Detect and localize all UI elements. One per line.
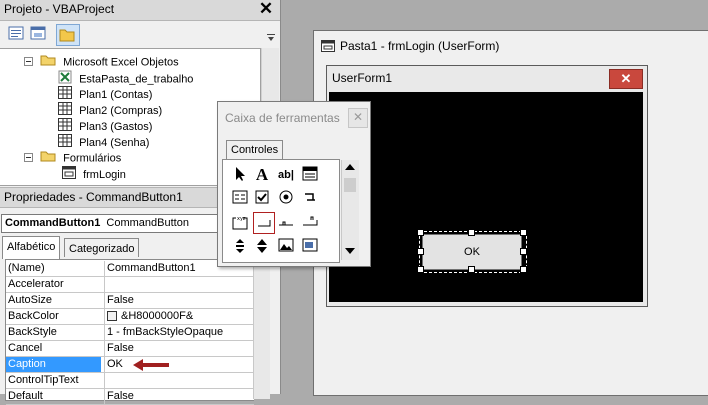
grid-scrollbar[interactable]	[253, 259, 270, 399]
tree-item-plan3[interactable]: Plan3 (Gastos)	[58, 118, 152, 134]
listbox-tool-icon[interactable]	[231, 190, 249, 208]
tree-item-label: EstaPasta_de_trabalho	[79, 73, 194, 86]
command-button-tool-icon[interactable]	[253, 212, 275, 234]
property-row[interactable]: Cancel False	[6, 341, 254, 357]
property-row[interactable]: Default False	[6, 389, 254, 405]
form-icon	[62, 166, 76, 184]
resize-handle[interactable]	[417, 229, 424, 236]
ok-button[interactable]: OK	[422, 234, 522, 270]
toggle-folders-icon[interactable]	[56, 24, 80, 46]
tree-item-label: Microsoft Excel Objetos	[63, 56, 179, 69]
scroll-down-icon[interactable]	[344, 246, 356, 259]
option-button-tool-icon[interactable]	[277, 190, 295, 208]
tree-item-plan1[interactable]: Plan1 (Contas)	[58, 86, 152, 102]
image-tool-icon[interactable]	[277, 238, 295, 256]
tab-controls[interactable]: Controles	[226, 140, 284, 159]
resize-handle[interactable]	[468, 229, 475, 236]
refedit-tool-icon[interactable]	[301, 238, 319, 256]
pointer-tool-icon[interactable]	[231, 166, 249, 184]
object-type: CommandButton	[106, 217, 189, 229]
resize-handle[interactable]	[468, 266, 475, 273]
tree-item-label: Plan2 (Compras)	[79, 104, 163, 117]
toolbox-scrollbar[interactable]	[341, 160, 359, 260]
toolbox-title: Caixa de ferramentas	[225, 111, 340, 125]
property-row[interactable]: BackColor &H8000000F&	[6, 309, 254, 325]
tree-item-label: Formulários	[63, 152, 122, 165]
property-row-selected[interactable]: Caption OK	[6, 357, 254, 373]
resize-handle[interactable]	[520, 229, 527, 236]
svg-text:xyz: xyz	[237, 216, 246, 222]
label-tool-icon[interactable]: A	[253, 166, 271, 184]
properties-title: Propriedades - CommandButton1	[4, 190, 183, 204]
scrollbar-tool-icon[interactable]	[231, 238, 249, 256]
color-swatch-icon	[107, 311, 117, 322]
view-object-icon[interactable]	[30, 26, 48, 42]
tabstrip-tool-icon[interactable]	[277, 214, 295, 232]
view-code-icon[interactable]	[8, 26, 26, 42]
folder-icon	[40, 54, 56, 71]
resize-handle[interactable]	[520, 248, 527, 255]
tab-alphabetic[interactable]: Alfabético	[2, 236, 61, 259]
tree-item-plan2[interactable]: Plan2 (Compras)	[58, 102, 162, 118]
form-canvas[interactable]	[329, 92, 643, 302]
tree-item-plan4[interactable]: Plan4 (Senha)	[58, 134, 149, 150]
property-row[interactable]: BackStyle 1 - fmBackStyleOpaque	[6, 325, 254, 341]
close-icon[interactable]: ✕	[348, 108, 368, 128]
checkbox-tool-icon[interactable]	[253, 190, 271, 208]
scroll-thumb[interactable]	[344, 178, 356, 192]
tree-item-forms[interactable]: Formulários	[24, 150, 121, 166]
property-row[interactable]: ControlTipText	[6, 373, 254, 389]
backcolor-value: &H8000000F&	[121, 310, 194, 322]
arrow-annotation-icon	[131, 358, 171, 375]
tree-item-label: Plan3 (Gastos)	[79, 120, 153, 133]
property-row[interactable]: AutoSize False	[6, 293, 254, 309]
close-icon[interactable]: ✕	[609, 69, 643, 89]
project-title: Projeto - VBAProject	[4, 2, 115, 16]
tree-item-label: Plan1 (Contas)	[79, 88, 153, 101]
tree-item-frmlogin[interactable]: frmLogin	[62, 166, 126, 182]
spinbutton-tool-icon[interactable]	[253, 238, 271, 256]
collapse-icon[interactable]	[24, 151, 33, 167]
resize-handle[interactable]	[417, 266, 424, 273]
toolbar-overflow-icon[interactable]	[266, 26, 276, 44]
userform-window-icon	[321, 40, 335, 55]
tree-item-label: frmLogin	[83, 168, 126, 181]
folder-icon	[40, 150, 56, 167]
resize-handle[interactable]	[417, 248, 424, 255]
object-name: CommandButton1	[5, 217, 101, 229]
tab-categorized[interactable]: Categorizado	[64, 238, 140, 257]
toggle-button-tool-icon[interactable]	[301, 190, 319, 208]
collapse-icon[interactable]	[24, 55, 33, 71]
tree-item-excel-objects[interactable]: Microsoft Excel Objetos	[24, 54, 179, 70]
multipage-tool-icon[interactable]	[301, 214, 319, 232]
property-row[interactable]: Accelerator	[6, 277, 254, 293]
designer-window-title: Pasta1 - frmLogin (UserForm)	[340, 39, 500, 53]
toolbox-panel: A ab| xyz	[222, 159, 340, 263]
resize-handle[interactable]	[520, 266, 527, 273]
scroll-up-icon[interactable]	[344, 162, 356, 175]
textbox-tool-icon[interactable]: ab|	[277, 166, 295, 184]
close-icon[interactable]: ✕	[258, 0, 274, 18]
property-grid: (Name) CommandButton1 Accelerator AutoSiz…	[5, 259, 254, 405]
tree-item-workbook[interactable]: EstaPasta_de_trabalho	[58, 70, 193, 86]
form-title: UserForm1	[332, 71, 393, 85]
tree-item-label: Plan4 (Senha)	[79, 136, 150, 149]
combobox-tool-icon[interactable]	[301, 166, 319, 184]
frame-tool-icon[interactable]: xyz	[231, 214, 249, 232]
